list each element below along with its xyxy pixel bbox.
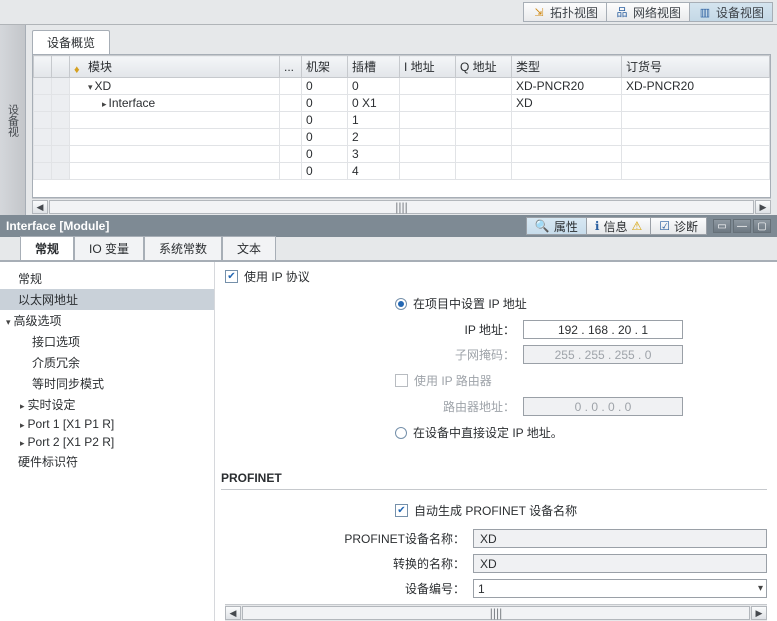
use-ip-protocol-checkbox[interactable] (225, 270, 238, 283)
router-address-label: 路由器地址： (395, 398, 515, 415)
module-icon (74, 62, 86, 74)
tab-text[interactable]: 文本 (222, 236, 276, 260)
subnet-mask-field: 255 . 255 . 255 . 0 (523, 345, 683, 364)
device-icon (698, 5, 712, 19)
router-address-field: 0 . 0 . 0 . 0 (523, 397, 683, 416)
float-button[interactable]: ▭ (713, 219, 731, 233)
inspector-pane: 常规 IO 变量 系统常数 文本 常规以太网地址高级选项接口选项介质冗余等时同步… (0, 237, 777, 621)
nav-item[interactable]: 实时设定 (0, 394, 214, 415)
side-tab[interactable]: 设备视 (0, 25, 26, 215)
device-view-label: 设备视图 (716, 4, 764, 21)
col-module: 模块 (70, 56, 280, 78)
properties-button[interactable]: 🔍属性 (526, 217, 587, 235)
network-view-button[interactable]: 网络视图 (607, 2, 690, 22)
nav-item[interactable]: 接口选项 (0, 331, 214, 352)
auto-generate-name-label: 自动生成 PROFINET 设备名称 (414, 502, 577, 519)
device-number-label: 设备编号： (285, 580, 465, 597)
scroll-track[interactable]: |||| (49, 200, 754, 214)
nav-item[interactable]: 等时同步模式 (0, 373, 214, 394)
col-qaddr[interactable]: Q 地址 (456, 56, 512, 78)
device-number-select[interactable]: 1 (473, 579, 767, 598)
converted-name-field: XD (473, 554, 767, 573)
topology-icon (532, 5, 546, 19)
ip-address-label: IP 地址： (395, 321, 515, 338)
table-row[interactable]: 04 (34, 163, 770, 180)
tab-system-constants[interactable]: 系统常数 (144, 236, 222, 260)
network-view-label: 网络视图 (633, 4, 681, 21)
col-rack[interactable]: 机架 (302, 56, 348, 78)
info-button[interactable]: ℹ信息⚠ (587, 217, 651, 235)
nav-item[interactable]: Port 1 [X1 P1 R] (0, 415, 214, 433)
panel-scroll-left-button[interactable]: ◀ (225, 606, 241, 620)
profinet-device-name-label: PROFINET设备名称： (285, 530, 465, 547)
use-ip-router-label: 使用 IP 路由器 (414, 372, 492, 389)
scroll-left-button[interactable]: ◀ (32, 200, 48, 214)
col-slot[interactable]: 插槽 (348, 56, 400, 78)
nav-item[interactable]: 高级选项 (0, 310, 214, 331)
nav-item[interactable]: 以太网地址 (0, 289, 214, 310)
info-icon: ℹ (595, 219, 600, 233)
col-type[interactable]: 类型 (512, 56, 622, 78)
property-panel: 使用 IP 协议 在项目中设置 IP 地址 IP 地址： 192 . 168 .… (215, 262, 777, 621)
table-row[interactable]: 03 (34, 146, 770, 163)
maximize-button[interactable]: ▢ (753, 219, 771, 233)
property-navigator[interactable]: 常规以太网地址高级选项接口选项介质冗余等时同步模式实时设定Port 1 [X1 … (0, 262, 215, 621)
tab-io-variables[interactable]: IO 变量 (74, 236, 144, 260)
converted-name-label: 转换的名称： (285, 555, 465, 572)
col-order[interactable]: 订货号 (622, 56, 770, 78)
col-iaddr[interactable]: I 地址 (400, 56, 456, 78)
minimize-button[interactable]: — (733, 219, 751, 233)
use-ip-protocol-row: 使用 IP 协议 (225, 268, 767, 285)
scroll-right-button[interactable]: ▶ (755, 200, 771, 214)
topology-view-label: 拓扑视图 (550, 4, 598, 21)
device-overview-pane: 设备视 设备概览 模块 ... 机架 插槽 I 地址 Q 地址 (0, 25, 777, 215)
table-row[interactable]: 02 (34, 129, 770, 146)
window-control-buttons: ▭ — ▢ (713, 219, 771, 233)
set-ip-in-project-radio[interactable] (395, 298, 407, 310)
table-row[interactable]: Interface00 X1XD (34, 95, 770, 112)
nav-item[interactable]: 硬件标识符 (0, 451, 214, 472)
set-ip-in-project-label: 在项目中设置 IP 地址 (413, 295, 527, 312)
diagnostic-button[interactable]: ☑诊断 (651, 217, 707, 235)
table-row[interactable]: 01 (34, 112, 770, 129)
diagnostic-icon: ☑ (659, 219, 670, 233)
panel-horizontal-scrollbar[interactable]: ◀ |||| ▶ (225, 604, 767, 621)
inspector-title-bar: Interface [Module] 🔍属性 ℹ信息⚠ ☑诊断 ▭ — ▢ (0, 215, 777, 237)
nav-item[interactable]: 介质冗余 (0, 352, 214, 373)
device-overview-grid[interactable]: 模块 ... 机架 插槽 I 地址 Q 地址 类型 订货号 XD00XD-PNC… (32, 55, 771, 198)
inspector-right-tabs: 🔍属性 ℹ信息⚠ ☑诊断 (526, 217, 707, 235)
set-ip-on-device-radio[interactable] (395, 427, 407, 439)
nav-item[interactable]: Port 2 [X1 P2 R] (0, 433, 214, 451)
warning-icon: ⚠ (631, 219, 642, 233)
subnet-mask-label: 子网掩码： (395, 346, 515, 363)
view-mode-toolbar: 拓扑视图 网络视图 设备视图 (0, 0, 777, 25)
properties-icon: 🔍 (535, 219, 550, 233)
use-ip-protocol-label: 使用 IP 协议 (244, 268, 310, 285)
tab-device-overview[interactable]: 设备概览 (32, 30, 110, 54)
set-ip-on-device-label: 在设备中直接设定 IP 地址。 (413, 424, 563, 441)
nav-item[interactable]: 常规 (0, 268, 214, 289)
auto-generate-name-checkbox[interactable] (395, 504, 408, 517)
inspector-tab-strip: 常规 IO 变量 系统常数 文本 (0, 237, 777, 261)
tab-general[interactable]: 常规 (20, 236, 74, 260)
inspector-title: Interface [Module] (6, 219, 109, 233)
device-view-button[interactable]: 设备视图 (690, 2, 773, 22)
network-icon (615, 5, 629, 19)
overview-horizontal-scrollbar[interactable]: ◀ |||| ▶ (32, 198, 771, 215)
profinet-device-name-field[interactable]: XD (473, 529, 767, 548)
col-dots[interactable]: ... (280, 56, 302, 78)
ip-address-field[interactable]: 192 . 168 . 20 . 1 (523, 320, 683, 339)
use-ip-router-checkbox[interactable] (395, 374, 408, 387)
panel-scroll-right-button[interactable]: ▶ (751, 606, 767, 620)
panel-scroll-track[interactable]: |||| (242, 606, 750, 620)
topology-view-button[interactable]: 拓扑视图 (523, 2, 607, 22)
overview-tab-strip: 设备概览 (32, 31, 771, 55)
table-row[interactable]: XD00XD-PNCR20XD-PNCR20 (34, 78, 770, 95)
profinet-section-header: PROFINET (221, 471, 767, 490)
